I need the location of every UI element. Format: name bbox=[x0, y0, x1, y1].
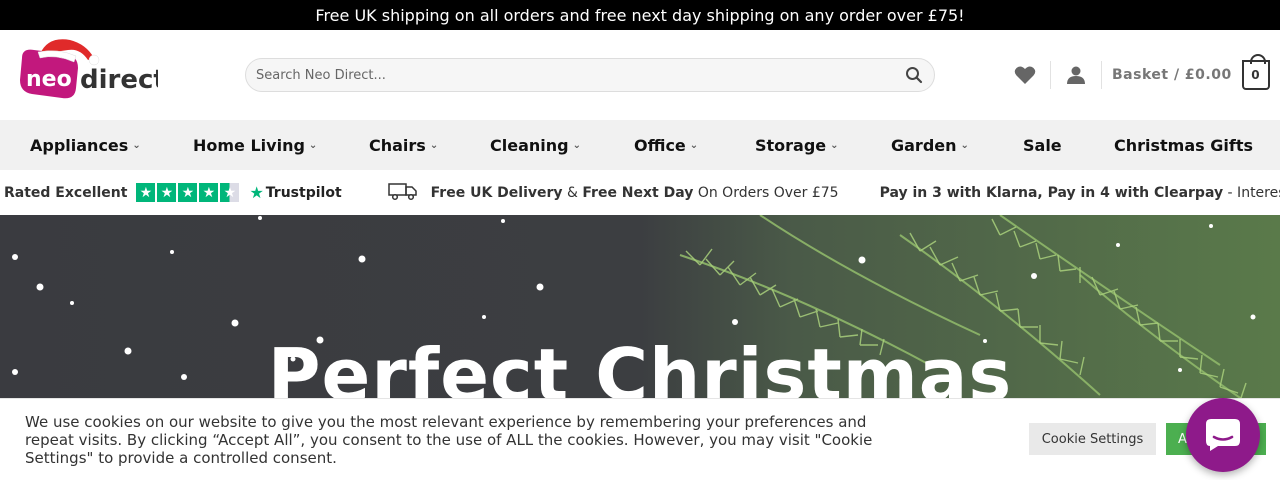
chevron-down-icon: ⌄ bbox=[830, 139, 839, 151]
logo-graphic: neo direct bbox=[20, 39, 166, 99]
basket-count-badge: 0 bbox=[1241, 54, 1270, 90]
free-uk-delivery-text: Free UK Delivery bbox=[430, 184, 563, 201]
announcement-bar: Free UK shipping on all orders and free … bbox=[0, 0, 1280, 30]
nav-item-storage[interactable]: Storage ⌄ bbox=[755, 120, 839, 170]
chevron-down-icon: ⌄ bbox=[132, 139, 141, 151]
star-icon: ★ bbox=[178, 183, 198, 202]
nav-item-home-living[interactable]: Home Living ⌄ bbox=[193, 120, 317, 170]
rated-excellent-text: Rated Excellent bbox=[4, 184, 128, 201]
delivery-amp: & bbox=[562, 184, 583, 201]
site-logo[interactable]: neo direct bbox=[18, 36, 166, 106]
header-divider bbox=[1101, 61, 1102, 89]
search-icon[interactable] bbox=[904, 65, 924, 85]
basket-button[interactable]: Basket / £0.00 0 bbox=[1112, 54, 1270, 90]
nav-label: Home Living bbox=[193, 135, 305, 155]
trust-bar: Rated Excellent ★ ★ ★ ★ ★ ★ Trustpilot F… bbox=[0, 170, 1280, 215]
nav-label: Storage bbox=[755, 135, 827, 155]
star-icon: ★ bbox=[199, 183, 219, 202]
free-next-day-text: Free Next Day bbox=[582, 184, 694, 201]
delivery-truck-icon bbox=[387, 181, 418, 205]
logo-direct: direct bbox=[80, 65, 158, 95]
nav-label: Appliances bbox=[30, 135, 129, 155]
nav-item-chairs[interactable]: Chairs ⌄ bbox=[369, 120, 438, 170]
account-user-icon[interactable] bbox=[1061, 60, 1091, 90]
cookie-banner: We use cookies on our website to give yo… bbox=[0, 398, 1280, 480]
delivery-condition-text: On Orders Over £75 bbox=[693, 184, 839, 201]
nav-item-christmas-gifts[interactable]: Christmas Gifts bbox=[1114, 120, 1253, 170]
header-actions: Basket / £0.00 0 bbox=[1010, 54, 1270, 92]
star-icon: ★ bbox=[157, 183, 177, 202]
search-bar bbox=[245, 58, 935, 92]
star-half-icon: ★ bbox=[220, 183, 240, 202]
finance-text: Pay in 3 with Klarna, Pay in 4 with Clea… bbox=[879, 184, 1224, 201]
header-divider bbox=[1050, 61, 1051, 89]
chevron-down-icon: ⌄ bbox=[308, 139, 318, 151]
nav-item-cleaning[interactable]: Cleaning ⌄ bbox=[490, 120, 581, 170]
chevron-down-icon: ⌄ bbox=[429, 139, 439, 151]
announcement-text: Free UK shipping on all orders and free … bbox=[315, 5, 965, 25]
logo-neo: neo bbox=[26, 67, 72, 92]
nav-label: Garden bbox=[891, 135, 957, 155]
nav-item-appliances[interactable]: Appliances ⌄ bbox=[30, 120, 141, 170]
nav-item-sale[interactable]: Sale bbox=[1023, 120, 1062, 170]
trustpilot-stars[interactable]: ★ ★ ★ ★ ★ bbox=[136, 183, 241, 202]
nav-label: Cleaning bbox=[490, 135, 569, 155]
trustpilot-logo-text: Trustpilot bbox=[265, 184, 342, 201]
nav-label: Sale bbox=[1023, 135, 1062, 155]
trustpilot-star-icon: ★ bbox=[249, 183, 264, 202]
nav-label: Chairs bbox=[369, 135, 426, 155]
cookie-text: We use cookies on our website to give yo… bbox=[25, 413, 873, 467]
chevron-down-icon: ⌄ bbox=[689, 139, 699, 151]
nav-label: Office bbox=[634, 135, 686, 155]
nav-item-garden[interactable]: Garden ⌄ bbox=[891, 120, 969, 170]
chat-bubble-icon bbox=[1206, 419, 1240, 451]
main-nav: Appliances ⌄ Home Living ⌄ Chairs ⌄ Cleanin… bbox=[0, 120, 1280, 170]
wishlist-heart-icon[interactable] bbox=[1010, 60, 1040, 90]
star-icon: ★ bbox=[136, 183, 156, 202]
interest-free-text: - Interest Free bbox=[1227, 184, 1280, 201]
nav-label: Christmas Gifts bbox=[1114, 135, 1253, 155]
basket-label: Basket / £0.00 bbox=[1112, 67, 1232, 83]
chevron-down-icon: ⌄ bbox=[572, 139, 581, 151]
chevron-down-icon: ⌄ bbox=[960, 139, 969, 151]
chat-launcher-button[interactable] bbox=[1186, 398, 1260, 472]
cookie-settings-button[interactable]: Cookie Settings bbox=[1029, 423, 1156, 455]
search-input[interactable] bbox=[256, 67, 904, 83]
nav-item-office[interactable]: Office ⌄ bbox=[634, 120, 698, 170]
